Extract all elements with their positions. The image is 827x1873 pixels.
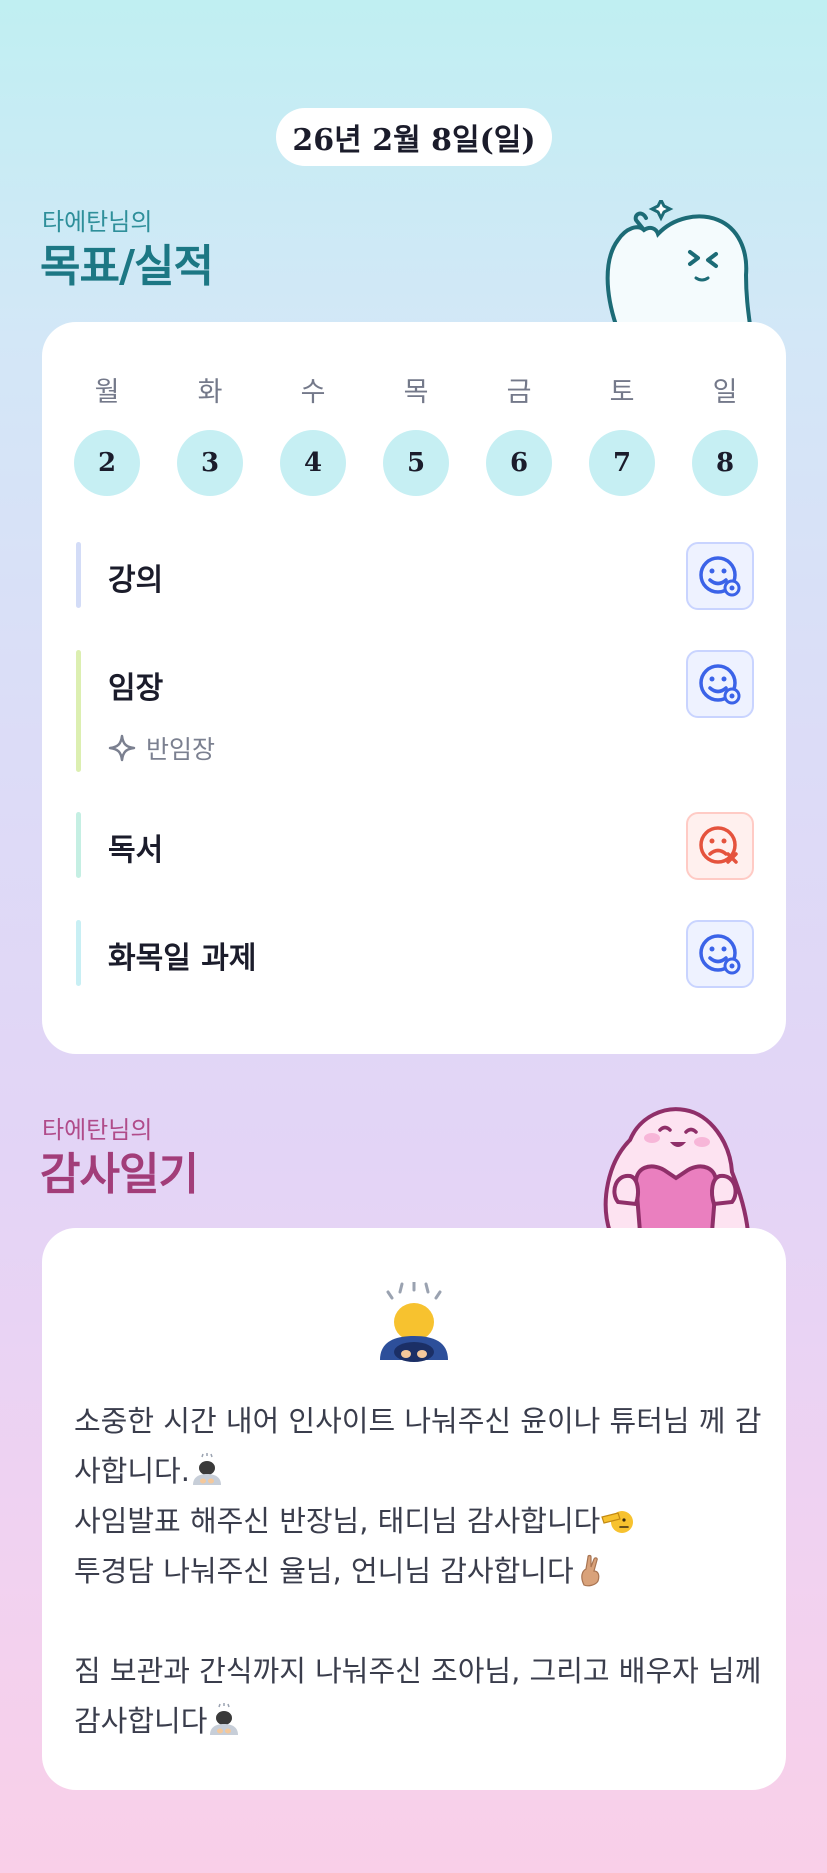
- goals-title: 목표/실적: [40, 241, 214, 292]
- weekday-sat: 토: [609, 377, 635, 408]
- goal-item-imjang: 임장 반임장: [76, 650, 754, 772]
- thanks-card: 소중한 시간 내어 인사이트 나눠주신 윤이나 튜터님 께 감사합니다. 사임발…: [42, 1228, 786, 1790]
- goal-bar: [76, 920, 81, 986]
- weekday-fri: 금: [506, 377, 532, 408]
- weekday-wed: 수: [300, 377, 326, 408]
- bowing-man-icon: [192, 1453, 221, 1485]
- day-circle[interactable]: 8: [692, 430, 758, 496]
- goal-sub-item: 반임장: [108, 730, 215, 766]
- saluting-face-icon: [601, 1511, 634, 1533]
- smile-check-icon[interactable]: [686, 542, 754, 610]
- day-circle[interactable]: 5: [383, 430, 449, 496]
- weekday-row: 월 화 수 목 금 토 일: [74, 370, 758, 409]
- smile-check-icon[interactable]: [686, 920, 754, 988]
- goals-card: 월 화 수 목 금 토 일 2 3 4 5 6 7 8 강의 임장 반임장 독서…: [42, 322, 786, 1054]
- weekday-mon: 월: [94, 377, 120, 408]
- goal-sub-label: 반임장: [146, 735, 216, 764]
- goal-label: 화목일 과제: [108, 941, 257, 976]
- thanks-line: 투경담 나눠주신 율님, 언니님 감사합니다: [74, 1554, 574, 1588]
- thanks-title: 감사일기: [40, 1149, 199, 1200]
- bowing-man-icon: [210, 1703, 239, 1735]
- day-row: 2 3 4 5 6 7 8: [74, 430, 758, 496]
- thanks-body: 소중한 시간 내어 인사이트 나눠주신 윤이나 튜터님 께 감사합니다. 사임발…: [74, 1396, 764, 1746]
- goal-item-lecture: 강의: [76, 542, 754, 610]
- thanks-line: 소중한 시간 내어 인사이트 나눠주신 윤이나 튜터님 께 감사합니다.: [74, 1404, 762, 1488]
- date-pill: 26년 2월 8일(일): [276, 108, 552, 166]
- sparkle-icon: [108, 734, 136, 762]
- goal-bar: [76, 542, 81, 608]
- heart-mascot-icon: [603, 1107, 751, 1232]
- waving-mascot-icon: [605, 200, 753, 325]
- bowing-person-icon: [380, 1282, 448, 1362]
- weekday-thu: 목: [403, 377, 429, 408]
- smile-check-icon[interactable]: [686, 650, 754, 718]
- goal-bar: [76, 812, 81, 878]
- day-circle[interactable]: 2: [74, 430, 140, 496]
- day-circle[interactable]: 3: [177, 430, 243, 496]
- weekday-sun: 일: [712, 377, 738, 408]
- goal-bar: [76, 650, 81, 772]
- crossed-fingers-icon: [580, 1554, 600, 1587]
- date-label: 26년 2월 8일(일): [292, 123, 536, 158]
- thanks-line: 짐 보관과 간식까지 나눠주신 조아님, 그리고 배우자 님께 감사합니다: [74, 1654, 762, 1738]
- goal-label: 강의: [108, 563, 164, 598]
- goal-item-assignment: 화목일 과제: [76, 920, 754, 988]
- weekday-tue: 화: [197, 377, 223, 408]
- goal-item-reading: 독서: [76, 812, 754, 880]
- goal-label: 임장: [108, 671, 164, 706]
- sad-x-icon[interactable]: [686, 812, 754, 880]
- day-circle[interactable]: 4: [280, 430, 346, 496]
- day-circle[interactable]: 6: [486, 430, 552, 496]
- goal-label: 독서: [108, 833, 164, 868]
- day-circle[interactable]: 7: [589, 430, 655, 496]
- thanks-line: 사임발표 해주신 반장님, 태디님 감사합니다: [74, 1504, 601, 1538]
